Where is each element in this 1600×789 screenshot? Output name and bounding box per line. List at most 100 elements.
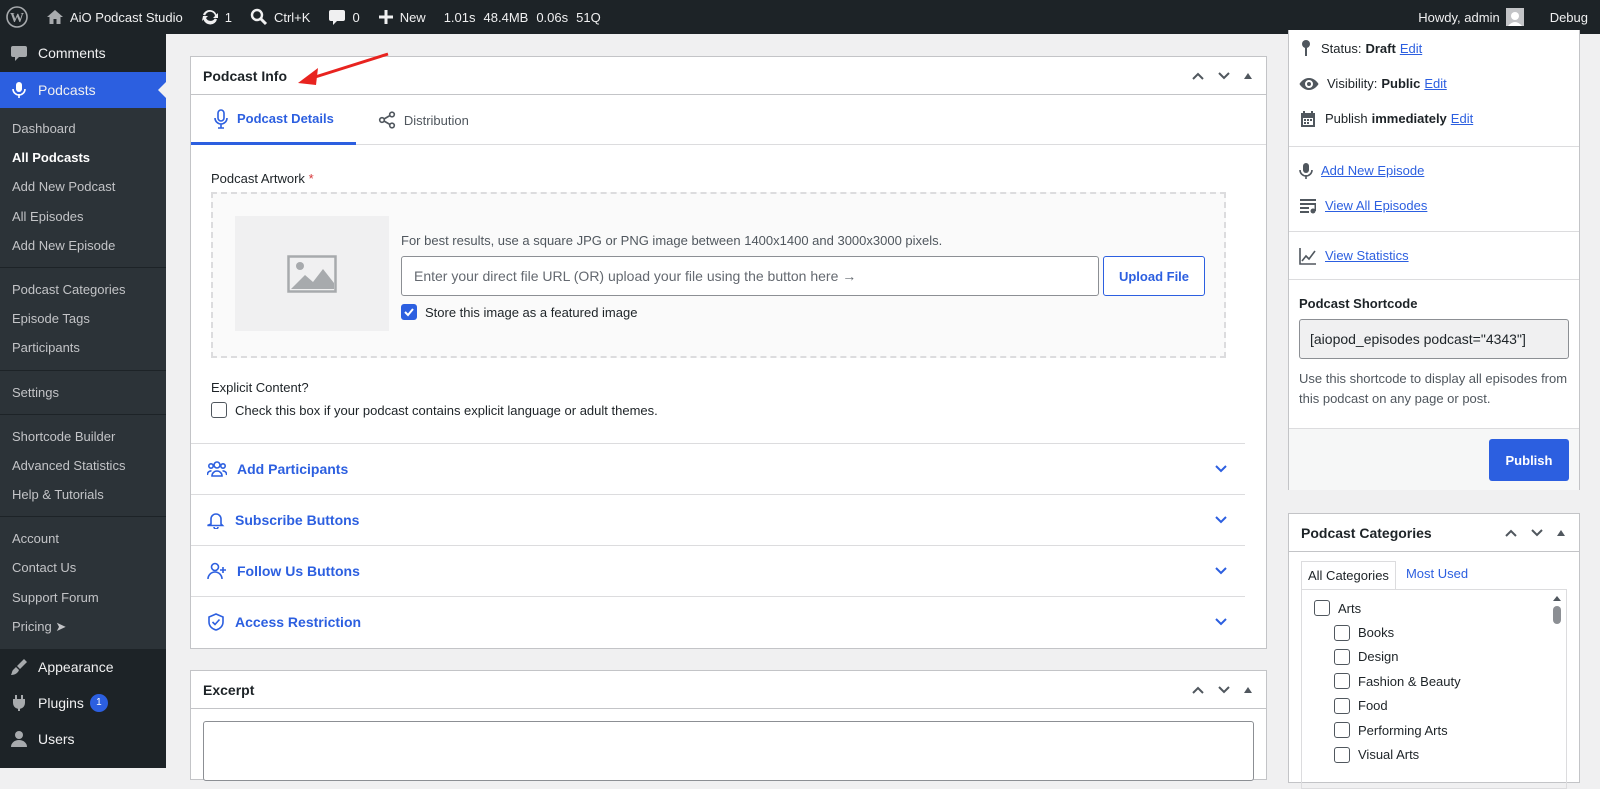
accordion-subscribe-buttons-label: Subscribe Buttons [235, 512, 360, 528]
chevron-down-icon [1215, 516, 1227, 524]
shortcode-field[interactable]: [aiopod_episodes podcast="4343"] [1299, 319, 1569, 359]
submenu-participants[interactable]: Participants [0, 333, 166, 362]
submenu-support-forum[interactable]: Support Forum [0, 583, 166, 612]
add-new-episode-link[interactable]: Add New Episode [1321, 163, 1424, 178]
submenu-podcast-categories[interactable]: Podcast Categories [0, 275, 166, 304]
status-label: Status: [1321, 40, 1362, 56]
accordion-follow-us-buttons[interactable]: Follow Us Buttons [191, 545, 1245, 596]
tab-podcast-details[interactable]: Podcast Details [191, 95, 356, 145]
search-shortcut[interactable]: Ctrl+K [244, 0, 316, 34]
menu-appearance[interactable]: Appearance [0, 649, 166, 685]
menu-comments[interactable]: Comments [0, 34, 166, 72]
toggle-panel-icon[interactable] [1242, 70, 1254, 82]
artwork-url-input[interactable]: Enter your direct file URL (OR) upload y… [401, 256, 1099, 296]
category-scrollbar[interactable] [1552, 594, 1562, 784]
submenu-separator [0, 516, 166, 518]
category-item: Food [1314, 694, 1566, 718]
new-content-link[interactable]: New [372, 0, 432, 34]
menu-podcasts[interactable]: Podcasts [0, 72, 166, 108]
featured-image-checkbox[interactable] [401, 304, 417, 320]
visibility-value: Public [1381, 76, 1421, 91]
submenu-all-podcasts[interactable]: All Podcasts [0, 143, 166, 172]
svg-text:W: W [10, 11, 24, 26]
comment-icon [11, 46, 27, 61]
toggle-panel-icon[interactable] [1555, 527, 1567, 539]
tab-most-used[interactable]: Most Used [1396, 560, 1478, 589]
tab-distribution[interactable]: Distribution [356, 95, 491, 145]
users-icon [11, 731, 27, 747]
menu-users[interactable]: Users [0, 721, 166, 757]
upload-file-button[interactable]: Upload File [1103, 256, 1205, 296]
submenu-add-new-episode[interactable]: Add New Episode [0, 231, 166, 260]
debug-menu[interactable]: Debug [1530, 0, 1600, 34]
submenu-help-tutorials[interactable]: Help & Tutorials [0, 480, 166, 509]
submenu-add-new-podcast[interactable]: Add New Podcast [0, 172, 166, 201]
submenu-advanced-statistics[interactable]: Advanced Statistics [0, 451, 166, 480]
publish-button[interactable]: Publish [1489, 439, 1569, 481]
submenu-shortcode-builder[interactable]: Shortcode Builder [0, 422, 166, 451]
category-tabs: All Categories Most Used [1289, 552, 1579, 590]
visibility-label: Visibility: [1327, 76, 1378, 91]
edit-publish-date-link[interactable]: Edit [1451, 111, 1473, 126]
debug-stats[interactable]: 1.01s 48.4MB 0.06s 51Q [438, 0, 607, 34]
category-item: Visual Arts [1314, 742, 1566, 766]
artwork-placeholder [235, 216, 389, 331]
category-label: Books [1358, 625, 1395, 641]
submenu-episode-tags[interactable]: Episode Tags [0, 304, 166, 333]
accordion-access-restriction[interactable]: Access Restriction [191, 596, 1245, 647]
site-name-link[interactable]: AiO Podcast Studio [40, 0, 189, 34]
my-account-link[interactable]: Howdy, admin [1412, 0, 1529, 34]
wordpress-logo[interactable]: W [0, 0, 34, 34]
scrollbar-thumb[interactable] [1553, 606, 1561, 624]
submenu-pricing[interactable]: Pricing ➤ [0, 612, 166, 641]
category-checkbox[interactable] [1314, 600, 1330, 617]
chevron-up-icon[interactable] [1190, 68, 1206, 84]
tab-all-categories[interactable]: All Categories [1301, 561, 1396, 590]
view-all-episodes-link[interactable]: View All Episodes [1325, 198, 1427, 213]
plus-icon [378, 10, 393, 24]
submenu-all-episodes[interactable]: All Episodes [0, 202, 166, 231]
explicit-checkbox[interactable] [211, 402, 227, 418]
explicit-option: Check this box if your podcast contains … [211, 402, 658, 418]
shortcode-heading: Podcast Shortcode [1299, 296, 1418, 311]
category-checkbox[interactable] [1334, 673, 1350, 690]
chevron-up-icon[interactable] [1190, 682, 1206, 698]
excerpt-textarea[interactable] [203, 721, 1254, 781]
menu-plugins[interactable]: Plugins 1 [0, 685, 166, 721]
category-checkbox[interactable] [1334, 624, 1350, 641]
menu-plugins-label: Plugins [38, 695, 84, 711]
edit-status-link[interactable]: Edit [1400, 41, 1422, 56]
category-label: Fashion & Beauty [1358, 673, 1461, 689]
submenu-account[interactable]: Account [0, 524, 166, 553]
chevron-down-icon[interactable] [1216, 68, 1232, 84]
participants-icon [207, 461, 227, 477]
category-checkbox[interactable] [1334, 648, 1350, 665]
submenu-dashboard[interactable]: Dashboard [0, 114, 166, 143]
category-checkbox[interactable] [1334, 722, 1350, 739]
view-statistics-link[interactable]: View Statistics [1325, 248, 1409, 263]
submenu-contact-us[interactable]: Contact Us [0, 553, 166, 582]
admin-sidebar: Comments Podcasts Dashboard All Podcasts… [0, 34, 166, 768]
category-label: Arts [1338, 600, 1362, 616]
updates-link[interactable]: 1 [195, 0, 238, 34]
admin-bar: W AiO Podcast Studio 1 Ctrl+K 0 New 1.01… [0, 0, 1600, 34]
accordion-access-restriction-label: Access Restriction [235, 614, 362, 630]
submenu-settings[interactable]: Settings [0, 378, 166, 407]
featured-image-label: Store this image as a featured image [425, 304, 638, 320]
artwork-dropzone[interactable]: For best results, use a square JPG or PN… [211, 192, 1226, 358]
edit-visibility-link[interactable]: Edit [1424, 76, 1446, 91]
category-checkbox[interactable] [1334, 697, 1350, 714]
chevron-down-icon[interactable] [1529, 525, 1545, 541]
image-placeholder-icon [287, 254, 337, 293]
chevron-down-icon[interactable] [1216, 682, 1232, 698]
chevron-up-icon[interactable] [1503, 525, 1519, 541]
accordion-subscribe-buttons[interactable]: Subscribe Buttons [191, 494, 1245, 545]
category-checkbox[interactable] [1334, 746, 1350, 763]
chart-line-icon [1299, 247, 1316, 265]
scroll-up-arrow-icon [1553, 596, 1561, 601]
comments-link[interactable]: 0 [322, 0, 365, 34]
comments-count: 0 [352, 9, 360, 25]
toggle-panel-icon[interactable] [1242, 684, 1254, 696]
share-icon [378, 111, 395, 129]
accordion-add-participants[interactable]: Add Participants [191, 443, 1245, 494]
